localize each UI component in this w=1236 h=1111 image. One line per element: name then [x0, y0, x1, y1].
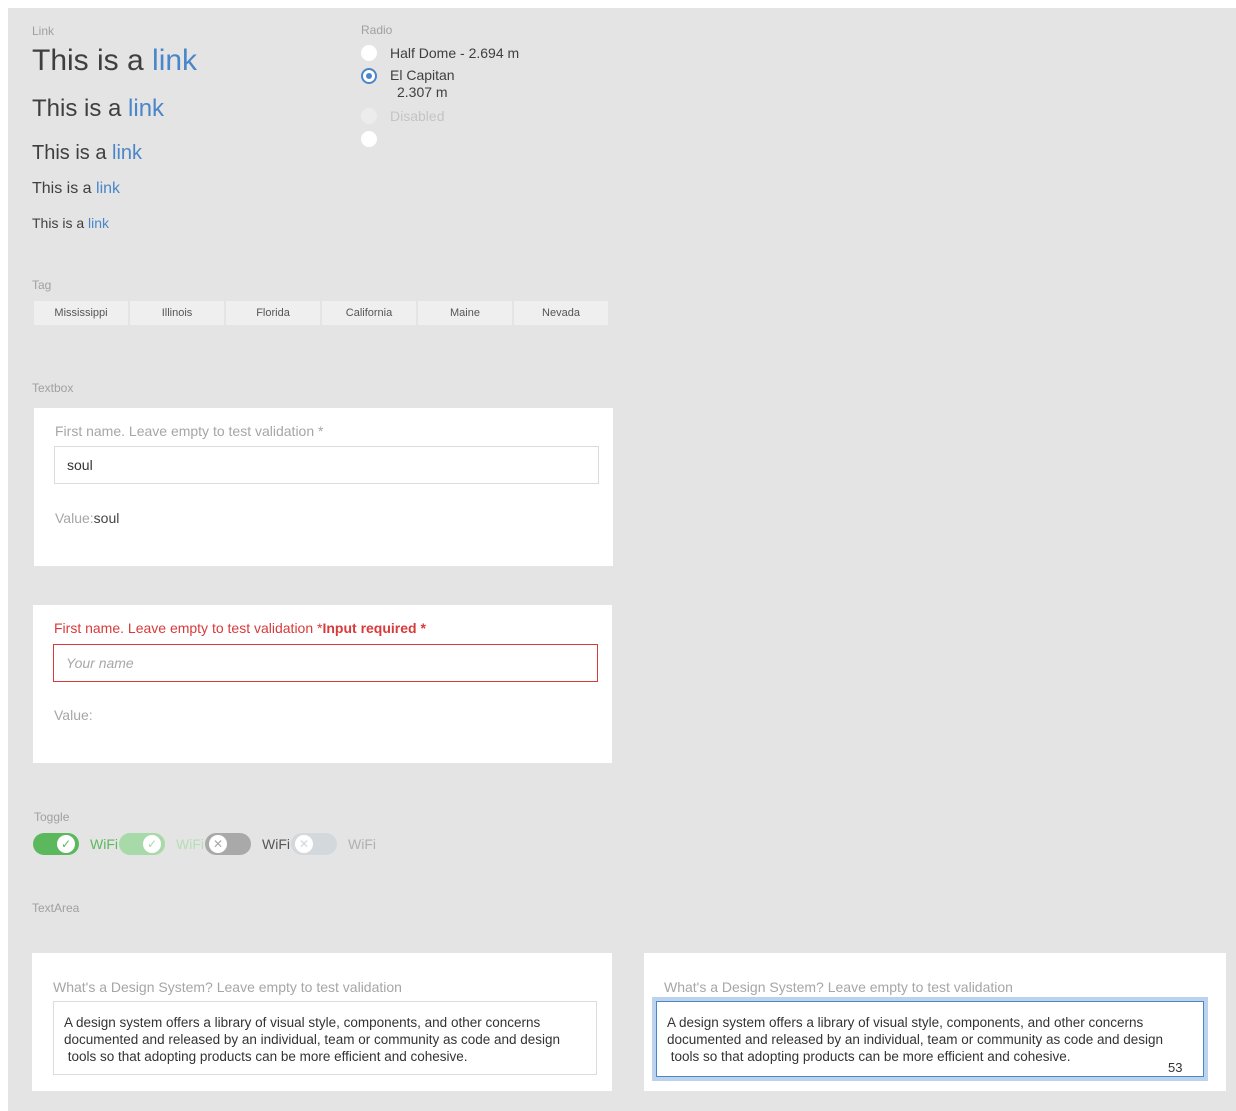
tag-item[interactable]: Nevada — [514, 301, 608, 325]
radio-label-line2: 2.307 m — [397, 84, 448, 100]
tag-item[interactable]: Mississippi — [34, 301, 128, 325]
radio-button[interactable] — [361, 131, 377, 147]
toggle-label: WiFi — [348, 836, 376, 852]
radio-option-disabled: Disabled — [361, 108, 444, 124]
value-prefix: Value: — [55, 510, 94, 526]
toggle-section-label: Toggle — [34, 810, 70, 824]
input-placeholder: Your name — [66, 655, 134, 671]
close-icon: ✕ — [295, 835, 313, 853]
first-name-input-value: soul — [67, 457, 93, 473]
link-anchor[interactable]: link — [128, 95, 164, 122]
toggle-label: WiFi — [90, 836, 118, 852]
link-text: This is a — [32, 180, 97, 197]
tag-item[interactable]: Maine — [418, 301, 512, 325]
value-readout: Value:soul — [55, 510, 119, 526]
link-text: This is a — [32, 142, 113, 164]
tag-list: Mississippi Illinois Florida California … — [34, 301, 608, 325]
radio-option-el-capitan[interactable]: El Capitan 2.307 m — [361, 67, 455, 101]
design-system-label: What's a Design System? Leave empty to t… — [53, 979, 402, 995]
value-prefix: Value: — [54, 707, 93, 723]
textarea-section-label: TextArea — [32, 901, 80, 915]
toggle-label: WiFi — [262, 836, 290, 852]
radio-section-label: Radio — [361, 23, 393, 37]
close-icon: ✕ — [209, 835, 227, 853]
link-anchor[interactable]: link — [88, 215, 109, 231]
radio-label-line1: El Capitan — [390, 67, 455, 83]
toggle-label: WiFi — [176, 836, 204, 852]
value-text: soul — [93, 510, 120, 526]
radio-option-empty[interactable] — [361, 131, 390, 147]
tag-section-label: Tag — [32, 278, 52, 292]
tag-item[interactable]: Illinois — [130, 301, 224, 325]
radio-button[interactable] — [361, 45, 377, 61]
first-name-input[interactable]: soul — [54, 446, 599, 484]
link-text: This is a — [32, 44, 153, 77]
radio-option-half-dome[interactable]: Half Dome - 2.694 m — [361, 45, 519, 61]
link-example-xl: This is a link — [32, 44, 197, 78]
textarea-line: documented and released by an individual… — [667, 1032, 1164, 1047]
check-icon: ✓ — [143, 835, 161, 853]
textarea-line: A design system offers a library of visu… — [64, 1015, 541, 1030]
link-anchor[interactable]: link — [152, 44, 197, 77]
first-name-input-error[interactable]: Your name — [53, 644, 598, 682]
textbox-section-label: Textbox — [32, 381, 74, 395]
radio-button-disabled — [361, 108, 377, 124]
wifi-toggle-disabled: ✓ — [119, 833, 165, 855]
textarea-line: A design system offers a library of visu… — [667, 1015, 1144, 1030]
link-example-sm: This is a link — [32, 180, 120, 198]
link-example-md: This is a link — [32, 142, 142, 165]
character-counter: 53 — [1168, 1060, 1183, 1075]
radio-label: Half Dome - 2.694 m — [390, 45, 520, 61]
design-system-textarea-focused[interactable]: A design system offers a library of visu… — [656, 1001, 1204, 1077]
wifi-toggle[interactable]: ✓ — [33, 833, 79, 855]
textarea-line: tools so that adopting products can be m… — [64, 1049, 468, 1064]
textarea-line: tools so that adopting products can be m… — [667, 1049, 1071, 1064]
error-message: Input required * — [322, 620, 426, 636]
wifi-toggle-off[interactable]: ✕ — [205, 833, 251, 855]
link-text: This is a — [32, 215, 89, 231]
wifi-toggle-off-disabled: ✕ — [291, 833, 337, 855]
first-name-label-error: First name. Leave empty to test validati… — [54, 620, 426, 636]
tag-item[interactable]: Florida — [226, 301, 320, 325]
link-section-label: Link — [32, 24, 55, 38]
design-system-label: What's a Design System? Leave empty to t… — [664, 979, 1013, 995]
link-anchor[interactable]: link — [96, 180, 120, 197]
radio-button-selected[interactable] — [361, 68, 377, 84]
link-text: This is a — [32, 95, 129, 122]
link-anchor[interactable]: link — [112, 142, 142, 164]
field-label-text: First name. Leave empty to test validati… — [54, 620, 323, 636]
first-name-label: First name. Leave empty to test validati… — [55, 423, 324, 439]
link-example-lg: This is a link — [32, 95, 164, 123]
design-system-textarea[interactable]: A design system offers a library of visu… — [53, 1001, 597, 1075]
link-example-xs: This is a link — [32, 215, 109, 231]
radio-label: El Capitan 2.307 m — [390, 67, 455, 101]
textarea-line: documented and released by an individual… — [64, 1032, 561, 1047]
toggle-group: ✓ WiFi ✓ WiFi ✕ WiFi ✕ WiFi — [33, 833, 377, 855]
value-readout: Value: — [54, 707, 93, 723]
check-icon: ✓ — [57, 835, 75, 853]
radio-label: Disabled — [390, 108, 445, 124]
tag-item[interactable]: California — [322, 301, 416, 325]
